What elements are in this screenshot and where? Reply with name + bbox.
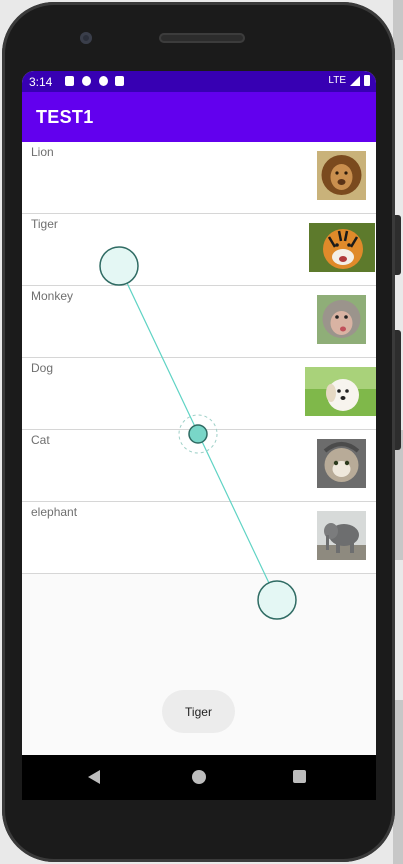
sd-card-icon (115, 76, 124, 86)
list-item-dog[interactable]: Dog (22, 358, 376, 430)
list-item-monkey[interactable]: Monkey (22, 286, 376, 358)
list-item-cat[interactable]: Cat (22, 430, 376, 502)
cat-image (317, 439, 366, 488)
list-item-elephant[interactable]: elephant (22, 502, 376, 574)
monkey-image (317, 295, 366, 344)
elephant-image (317, 511, 366, 560)
animal-list[interactable]: Lion Tiger Monkey Dog Cat elephant (22, 142, 376, 574)
back-icon[interactable] (88, 770, 100, 784)
list-item-tiger[interactable]: Tiger (22, 214, 376, 286)
navigation-bar (22, 755, 376, 800)
status-time: 3:14 (29, 75, 53, 89)
app-bar: TEST1 (22, 92, 376, 142)
list-item-label: Cat (31, 433, 50, 447)
list-item-lion[interactable]: Lion (22, 142, 376, 214)
network-type: LTE (328, 75, 346, 86)
list-item-label: Dog (31, 361, 54, 375)
recents-icon[interactable] (293, 770, 306, 783)
app-title: TEST1 (36, 107, 94, 127)
power-button[interactable] (395, 330, 401, 450)
front-camera (80, 32, 92, 44)
lion-image (317, 151, 366, 200)
notification-settings-icon (82, 76, 91, 86)
status-bar: 3:14 LTE (22, 71, 376, 92)
volume-button[interactable] (395, 215, 401, 275)
list-item-label: elephant (31, 505, 78, 519)
signal-icon (350, 75, 360, 86)
list-item-label: Lion (31, 145, 54, 159)
earpiece-speaker (159, 33, 245, 43)
dog-image (305, 367, 376, 416)
home-icon[interactable] (192, 770, 206, 784)
toast-message: Tiger (162, 690, 235, 733)
notification-a-icon (65, 76, 74, 86)
notification-p-icon (99, 76, 108, 86)
battery-icon (364, 75, 370, 86)
list-item-label: Tiger (31, 217, 58, 231)
tiger-image (309, 223, 375, 272)
list-item-label: Monkey (31, 289, 74, 303)
app-screen: 3:14 LTE TEST1 Lion Tiger Monkey Dog Cat… (22, 71, 376, 755)
